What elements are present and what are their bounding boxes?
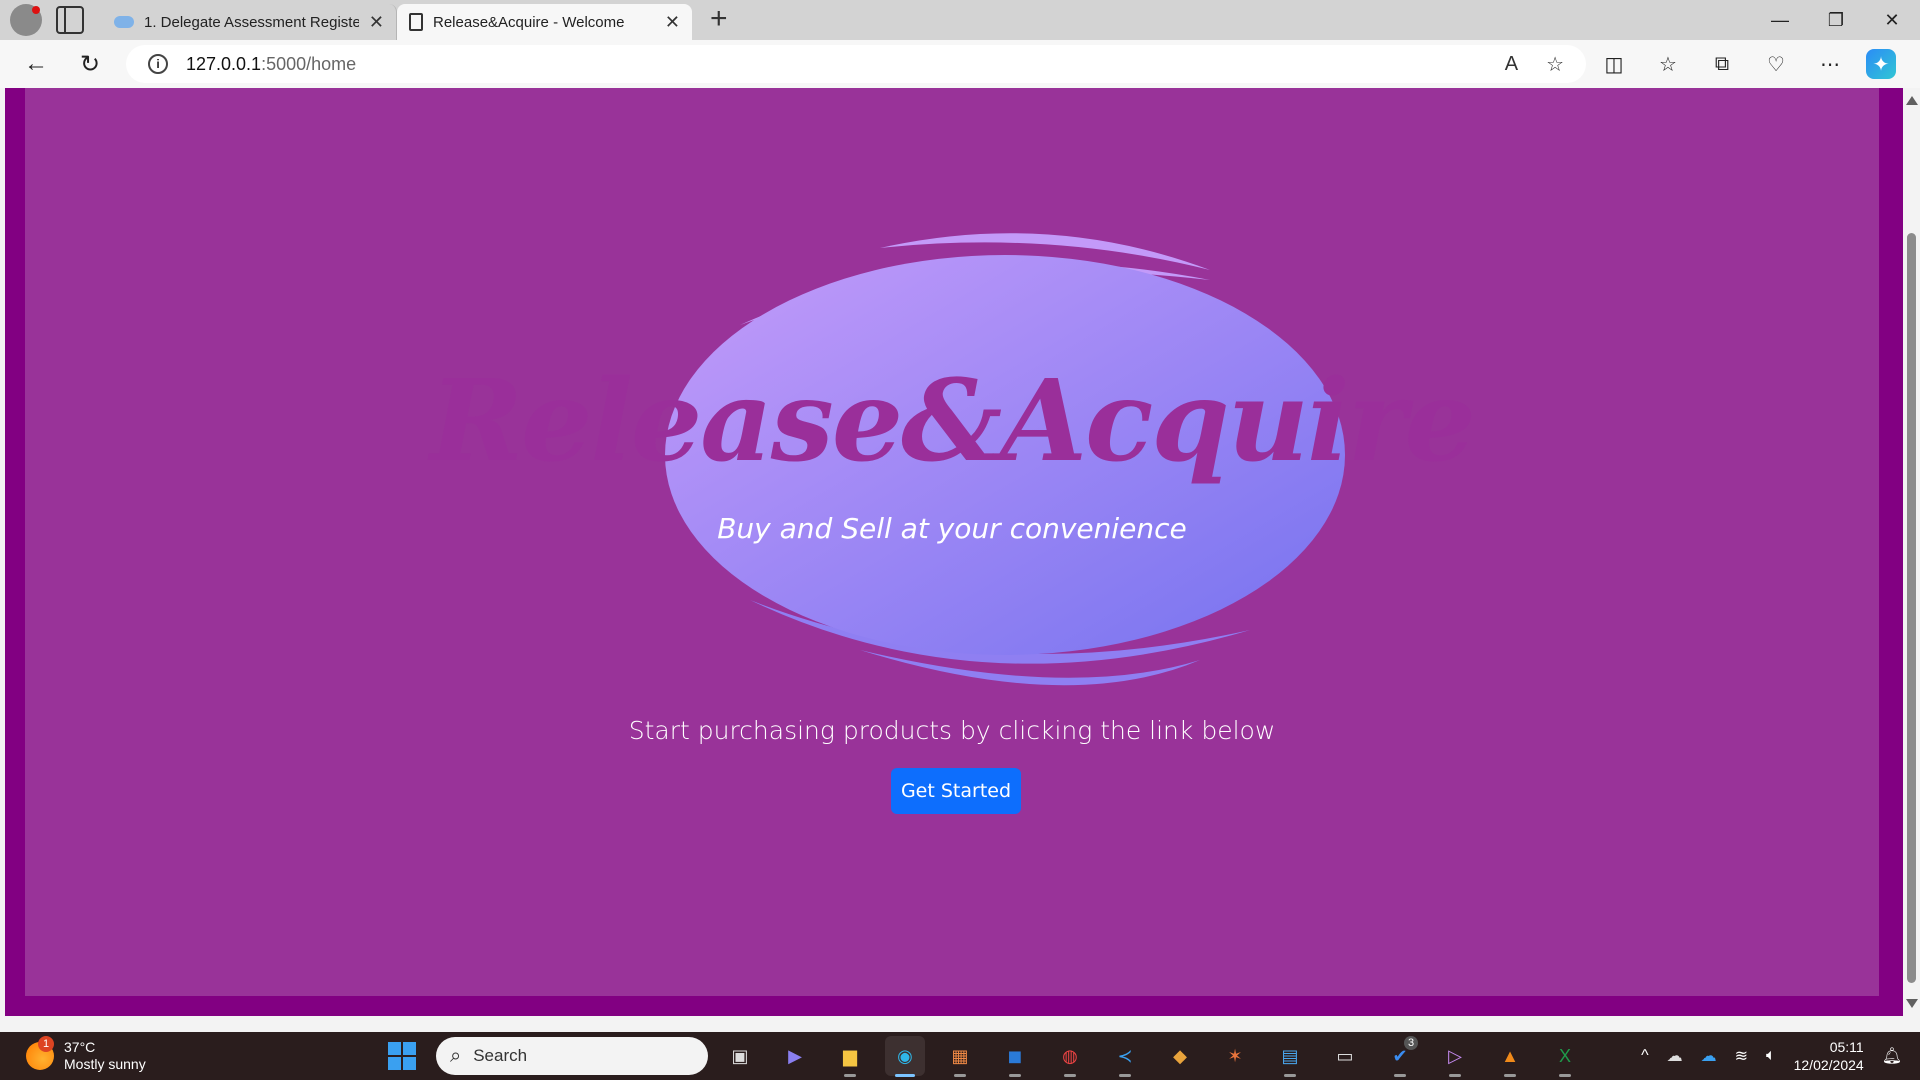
windows-start-icon[interactable]: [388, 1042, 416, 1070]
restore-icon[interactable]: ❐: [1808, 0, 1864, 40]
brand-name: Release&Acquire: [430, 356, 1476, 487]
browser-toolbar: ← ↻ i 127.0.0.1:5000/home A ☆ ◫ ☆ ⧉ ♡ ⋯ …: [0, 40, 1920, 88]
taskbar-search[interactable]: ⌕ Search: [436, 1037, 708, 1075]
favorites-icon[interactable]: ☆: [1650, 46, 1686, 82]
vlc-icon[interactable]: ▲: [1490, 1036, 1530, 1077]
weather-temp: 37°C: [64, 1039, 96, 1055]
more-icon[interactable]: ⋯: [1812, 46, 1848, 82]
profile-avatar[interactable]: [10, 4, 42, 36]
url-path: :5000/home: [261, 53, 357, 74]
tab-release-acquire[interactable]: Release&Acquire - Welcome ✕: [397, 4, 692, 40]
close-icon[interactable]: ✕: [369, 12, 384, 33]
search-placeholder: Search: [473, 1046, 528, 1065]
close-window-icon[interactable]: ✕: [1864, 0, 1920, 40]
outlook-icon[interactable]: ◼: [995, 1036, 1035, 1077]
search-icon: ⌕: [450, 1044, 462, 1067]
sun-icon: 1: [26, 1036, 54, 1070]
chevron-up-icon[interactable]: ^: [1641, 1047, 1649, 1065]
store-icon[interactable]: ▦: [940, 1036, 980, 1077]
brand-slogan: Buy and Sell at your convenience: [717, 512, 1187, 545]
todo-badge: 3: [1404, 1036, 1418, 1050]
page-icon: [409, 13, 423, 31]
tab-delegate-assessment[interactable]: 1. Delegate Assessment Register ✕: [102, 4, 397, 40]
file-explorer-icon[interactable]: ▆: [830, 1036, 870, 1077]
media-player-icon[interactable]: ▷: [1435, 1036, 1475, 1077]
page-scrollbar[interactable]: [1903, 88, 1920, 1016]
url-host: 127.0.0.1: [186, 53, 262, 74]
weather-badge: 1: [38, 1036, 54, 1052]
refresh-icon[interactable]: ↻: [72, 46, 108, 82]
notification-bell-icon[interactable]: 🔔︎: [1882, 1046, 1902, 1066]
excel-icon[interactable]: X: [1545, 1036, 1585, 1077]
tab-title: Release&Acquire - Welcome: [433, 13, 625, 31]
weather-widget[interactable]: 1 37°C Mostly sunny: [26, 1036, 326, 1073]
collections-icon[interactable]: ⧉: [1704, 46, 1740, 82]
cloud-error-icon[interactable]: ☁: [1667, 1046, 1683, 1066]
task-view-icon[interactable]: ▣: [720, 1036, 760, 1076]
scroll-up-icon[interactable]: [1906, 96, 1918, 105]
edge-icon[interactable]: ◉: [885, 1036, 925, 1077]
favorite-star-icon[interactable]: ☆: [1546, 52, 1564, 77]
onedrive-icon[interactable]: ☁: [1701, 1046, 1717, 1066]
back-icon[interactable]: ←: [18, 46, 54, 82]
clock[interactable]: 05:11 12/02/2024: [1794, 1038, 1864, 1074]
todo-icon[interactable]: ✔ 3: [1380, 1036, 1420, 1077]
clock-time: 05:11: [1829, 1039, 1864, 1055]
app-icon[interactable]: ✶: [1215, 1036, 1255, 1076]
cloud-icon: [114, 16, 134, 28]
read-aloud-icon[interactable]: A: [1505, 53, 1518, 76]
windows-taskbar: 1 37°C Mostly sunny ⌕ Search ▣ ▶ ▆ ◉ ▦ ◼…: [0, 1032, 1920, 1080]
notepad-icon[interactable]: ▤: [1270, 1036, 1310, 1077]
clock-date: 12/02/2024: [1793, 1057, 1864, 1073]
tab-actions-icon[interactable]: [56, 6, 84, 34]
get-started-button[interactable]: Get Started: [891, 768, 1021, 814]
chrome-icon[interactable]: ◍: [1050, 1036, 1090, 1077]
tab-title: 1. Delegate Assessment Register: [144, 13, 359, 31]
git-icon[interactable]: ◆: [1160, 1036, 1200, 1076]
info-icon[interactable]: i: [148, 54, 168, 74]
minimize-icon[interactable]: —: [1752, 0, 1808, 40]
volume-icon[interactable]: 🔈︎: [1766, 1047, 1776, 1065]
split-screen-icon[interactable]: ◫: [1596, 46, 1632, 82]
app-icon[interactable]: ▭: [1325, 1036, 1365, 1076]
intro-text: Start purchasing products by clicking th…: [628, 716, 1276, 745]
close-icon[interactable]: ✕: [665, 12, 680, 33]
new-tab-button[interactable]: +: [710, 2, 728, 36]
scroll-down-icon[interactable]: [1906, 999, 1918, 1008]
notification-dot: [32, 6, 40, 14]
browser-tab-strip: 1. Delegate Assessment Register ✕ Releas…: [0, 0, 1920, 40]
meet-icon[interactable]: ▶: [775, 1036, 815, 1076]
copilot-icon[interactable]: ✦: [1866, 49, 1896, 79]
scrollbar-thumb[interactable]: [1907, 233, 1916, 983]
address-bar[interactable]: i 127.0.0.1:5000/home A ☆: [126, 45, 1586, 83]
browser-essentials-icon[interactable]: ♡: [1758, 46, 1794, 82]
welcome-page: Release&Acquire Buy and Sell at your con…: [25, 88, 1879, 996]
wifi-icon[interactable]: ≋: [1735, 1046, 1748, 1066]
weather-desc: Mostly sunny: [64, 1056, 146, 1072]
vscode-icon[interactable]: ≺: [1105, 1036, 1145, 1077]
page-viewport: Release&Acquire Buy and Sell at your con…: [5, 88, 1903, 1016]
